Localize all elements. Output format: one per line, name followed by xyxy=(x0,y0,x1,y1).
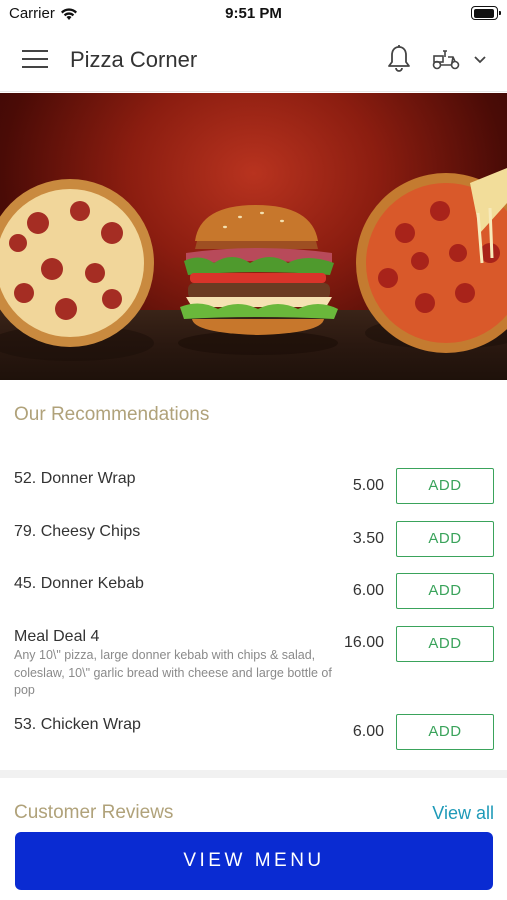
hero-banner xyxy=(0,93,507,380)
item-name: 53. Chicken Wrap xyxy=(14,716,141,733)
scooter-delivery-icon[interactable] xyxy=(431,47,461,71)
item-price: 3.50 xyxy=(352,530,384,547)
item-name: 45. Donner Kebab xyxy=(14,575,144,592)
item-name: Meal Deal 4 xyxy=(14,628,100,645)
app-header: Pizza Corner xyxy=(0,28,507,92)
bell-icon[interactable] xyxy=(385,44,413,74)
add-button[interactable]: ADD xyxy=(396,626,494,662)
right-pizza xyxy=(356,168,507,353)
battery-level xyxy=(473,8,495,18)
recommendations-title: Our Recommendations xyxy=(14,404,210,425)
item-name: 52. Donner Wrap xyxy=(14,470,136,487)
item-price: 6.00 xyxy=(352,582,384,599)
section-divider xyxy=(0,770,507,778)
add-button[interactable]: ADD xyxy=(396,521,494,557)
item-price: 6.00 xyxy=(352,723,384,740)
item-price: 5.00 xyxy=(352,477,384,494)
status-bar: Carrier 9:51 PM xyxy=(0,0,507,28)
hamburger-menu-icon[interactable] xyxy=(22,50,48,70)
food-illustration xyxy=(0,168,507,361)
left-pizza xyxy=(0,179,154,361)
view-all-link[interactable]: View all xyxy=(432,803,494,824)
item-name: 79. Cheesy Chips xyxy=(14,523,141,540)
page-title: Pizza Corner xyxy=(70,47,198,72)
add-button[interactable]: ADD xyxy=(396,468,494,504)
battery-icon xyxy=(471,6,501,20)
add-button[interactable]: ADD xyxy=(396,714,494,750)
add-button[interactable]: ADD xyxy=(396,573,494,609)
chevron-down-icon[interactable] xyxy=(472,53,488,65)
reviews-title: Customer Reviews xyxy=(14,802,174,823)
item-price: 16.00 xyxy=(343,634,384,651)
item-description: Any 10\" pizza, large donner kebab with … xyxy=(14,648,332,697)
clock: 9:51 PM xyxy=(225,5,282,22)
burger xyxy=(178,205,338,355)
view-menu-button[interactable]: VIEW MENU xyxy=(15,832,493,890)
